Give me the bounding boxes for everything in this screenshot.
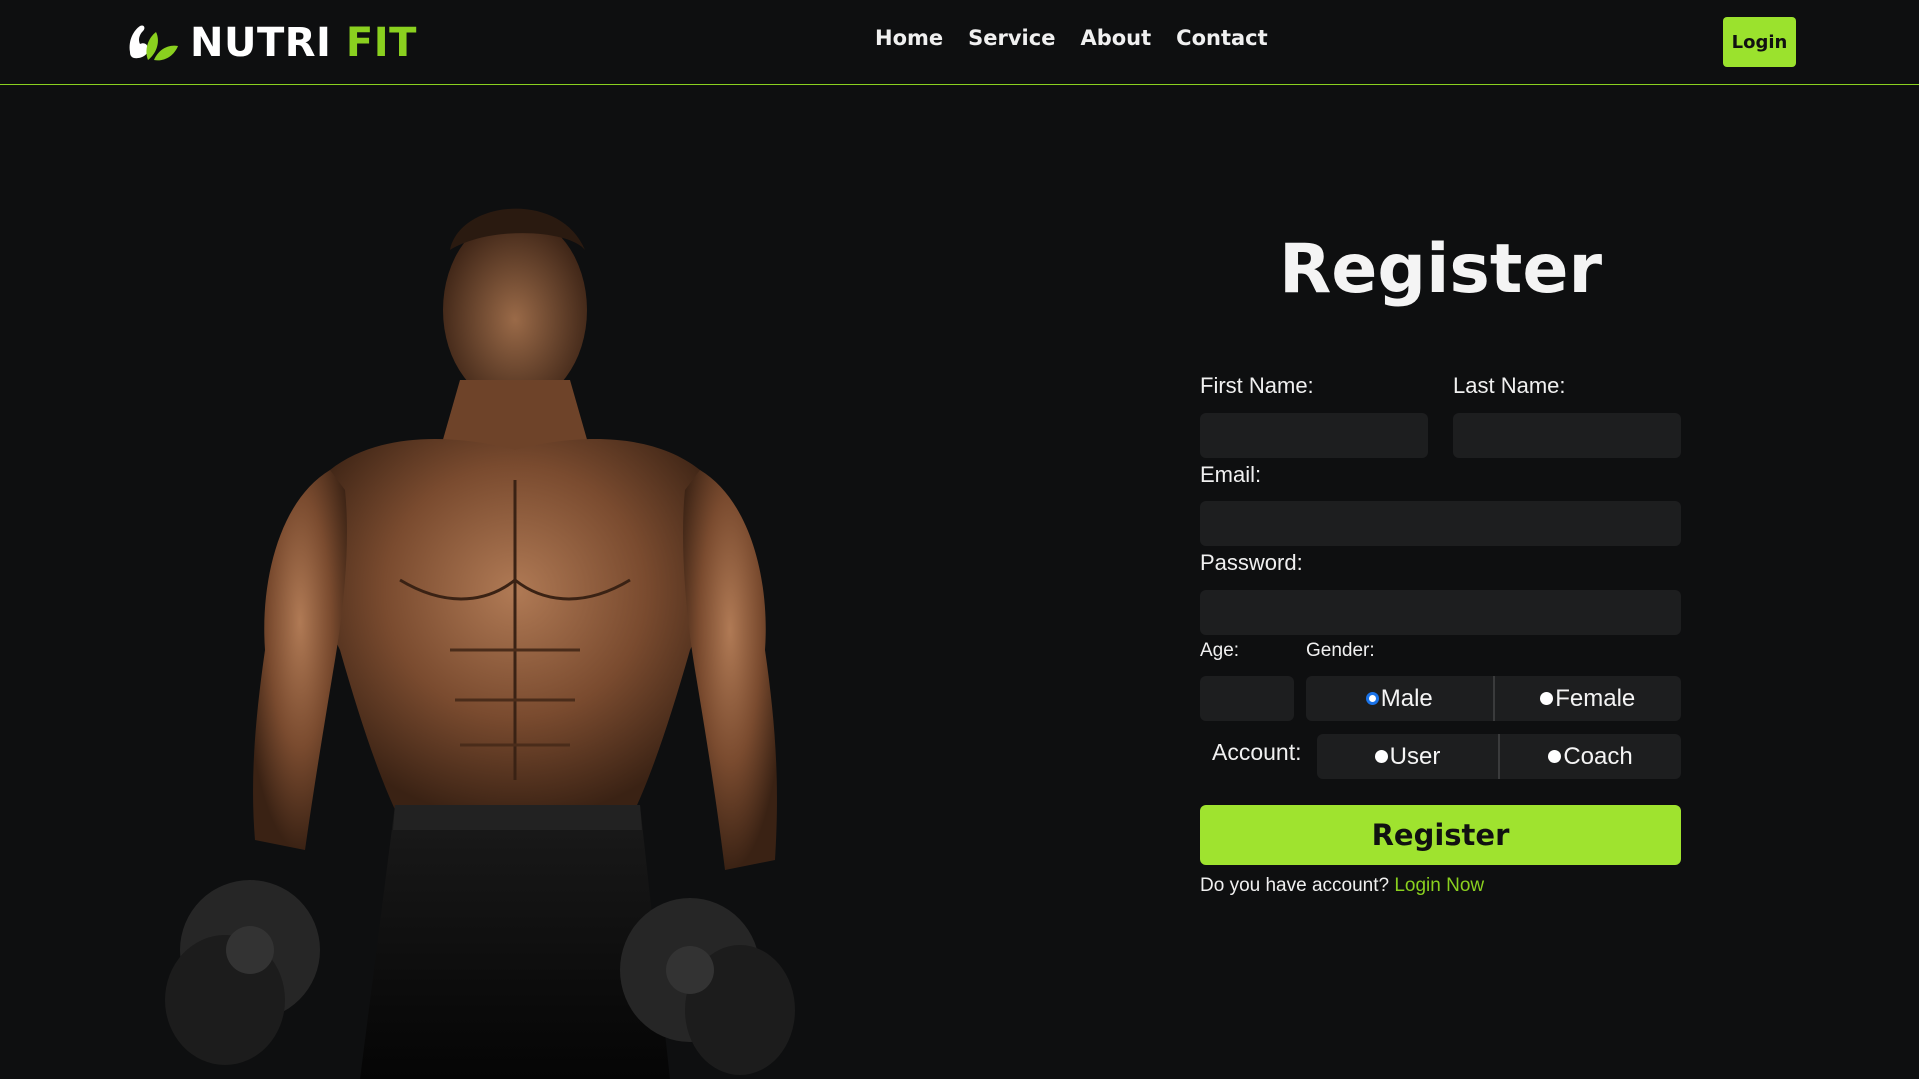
logo-word-nutri: NUTRI: [190, 20, 332, 66]
account-label: Account:: [1212, 739, 1302, 765]
email-input[interactable]: [1200, 501, 1681, 546]
last-name-input[interactable]: [1453, 413, 1681, 458]
logo[interactable]: NUTRI FIT: [126, 20, 417, 66]
navbar: NUTRI FIT Home Service About Contact Log…: [0, 0, 1919, 85]
have-account-text: Do you have account?: [1200, 875, 1390, 896]
gender-option-female[interactable]: Female: [1495, 676, 1682, 721]
radio-icon[interactable]: [1548, 750, 1562, 763]
account-user-label: User: [1389, 742, 1441, 770]
login-prompt: Do you have account? Login Now: [1200, 875, 1484, 897]
first-name-input[interactable]: [1200, 413, 1428, 458]
gender-selector: Male Female: [1306, 676, 1681, 721]
first-name-label: First Name:: [1200, 373, 1314, 398]
register-button[interactable]: Register: [1200, 805, 1681, 865]
account-option-coach[interactable]: Coach: [1500, 734, 1681, 779]
radio-icon[interactable]: [1540, 692, 1554, 705]
gender-option-male[interactable]: Male: [1306, 676, 1493, 721]
age-input[interactable]: [1200, 676, 1294, 721]
gender-female-label: Female: [1555, 684, 1636, 712]
login-button[interactable]: Login: [1723, 17, 1796, 67]
logo-word-fit: FIT: [345, 20, 417, 66]
password-input[interactable]: [1200, 590, 1681, 635]
password-label: Password:: [1200, 550, 1303, 575]
gender-label: Gender:: [1306, 640, 1375, 661]
login-now-link[interactable]: Login Now: [1394, 875, 1484, 896]
radio-selected-icon[interactable]: [1365, 692, 1379, 705]
account-selector: User Coach: [1317, 734, 1681, 779]
register-form: Register First Name: Last Name: Email: P…: [1200, 225, 1681, 896]
athlete-hero-image: [165, 208, 795, 1079]
radio-icon[interactable]: [1374, 750, 1388, 763]
last-name-label: Last Name:: [1453, 373, 1566, 398]
account-coach-label: Coach: [1563, 742, 1633, 770]
main-nav: Home Service About Contact: [875, 26, 1268, 50]
account-option-user[interactable]: User: [1317, 734, 1498, 779]
nav-about[interactable]: About: [1080, 26, 1151, 50]
gender-male-label: Male: [1380, 684, 1433, 712]
nav-contact[interactable]: Contact: [1176, 26, 1268, 50]
flexed-arm-leaf-icon: [129, 25, 178, 61]
nav-home[interactable]: Home: [875, 26, 943, 50]
age-label: Age:: [1200, 640, 1240, 661]
email-label: Email:: [1200, 462, 1262, 487]
register-title: Register: [1278, 230, 1603, 309]
logo-text: NUTRI FIT: [190, 20, 417, 66]
nav-service[interactable]: Service: [968, 26, 1055, 50]
